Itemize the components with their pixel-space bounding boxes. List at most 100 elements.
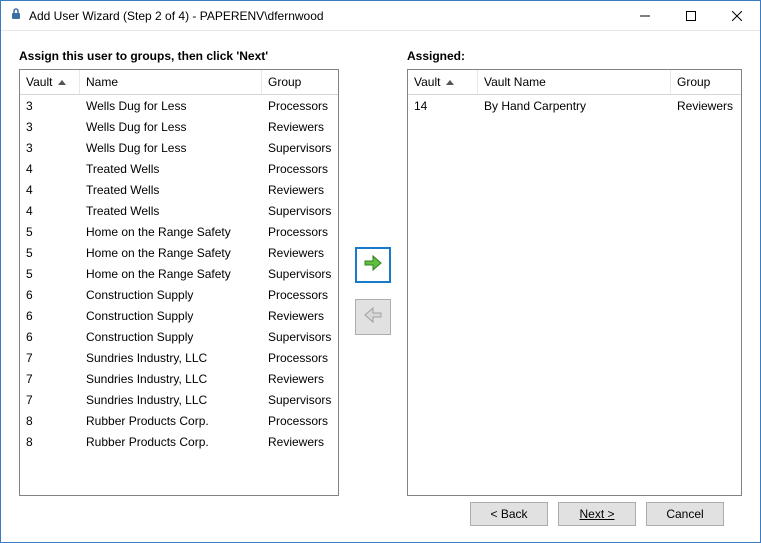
available-groups-table[interactable]: Vault Name Group 3Wells Dug for LessProc… <box>19 69 339 496</box>
transfer-buttons <box>339 49 407 496</box>
cell-name: Wells Dug for Less <box>80 99 262 113</box>
cell-vault: 4 <box>20 183 80 197</box>
table-row[interactable]: 4Treated WellsReviewers <box>20 179 338 200</box>
cell-name: Sundries Industry, LLC <box>80 351 262 365</box>
window-title: Add User Wizard (Step 2 of 4) - PAPERENV… <box>29 9 622 23</box>
minimize-button[interactable] <box>622 1 668 30</box>
col-header-vaultname-label: Vault Name <box>484 75 546 89</box>
cell-vault: 5 <box>20 246 80 260</box>
lock-icon <box>9 7 23 24</box>
available-groups-label: Assign this user to groups, then click '… <box>19 49 339 65</box>
cell-name: Sundries Industry, LLC <box>80 372 262 386</box>
assigned-groups-pane: Assigned: Vault Vault Name Group <box>407 49 742 496</box>
cell-name: Rubber Products Corp. <box>80 435 262 449</box>
cell-vault: 3 <box>20 141 80 155</box>
table-row[interactable]: 3Wells Dug for LessSupervisors <box>20 137 338 158</box>
cell-group: Processors <box>262 225 338 239</box>
cancel-button[interactable]: Cancel <box>646 502 724 526</box>
cell-vault: 7 <box>20 393 80 407</box>
cell-vault: 8 <box>20 414 80 428</box>
cell-group: Processors <box>262 99 338 113</box>
col-header-group-r-label: Group <box>677 75 710 89</box>
cell-group: Supervisors <box>262 393 338 407</box>
table-row[interactable]: 7Sundries Industry, LLCReviewers <box>20 368 338 389</box>
cell-group: Processors <box>262 351 338 365</box>
col-header-group-label: Group <box>268 75 301 89</box>
assigned-groups-label: Assigned: <box>407 49 742 65</box>
cell-vault: 5 <box>20 267 80 281</box>
cell-name: Treated Wells <box>80 183 262 197</box>
cell-name: By Hand Carpentry <box>478 99 671 113</box>
col-header-name[interactable]: Name <box>80 70 262 94</box>
cell-name: Wells Dug for Less <box>80 120 262 134</box>
table-row[interactable]: 8Rubber Products Corp.Reviewers <box>20 431 338 452</box>
col-header-vault[interactable]: Vault <box>20 70 80 94</box>
cell-vault: 8 <box>20 435 80 449</box>
table-row[interactable]: 3Wells Dug for LessReviewers <box>20 116 338 137</box>
col-header-group[interactable]: Group <box>262 70 338 94</box>
wizard-footer: < Back Next > Cancel <box>19 496 742 542</box>
panes: Assign this user to groups, then click '… <box>19 49 742 496</box>
cell-group: Reviewers <box>262 183 338 197</box>
cell-name: Treated Wells <box>80 204 262 218</box>
back-button[interactable]: < Back <box>470 502 548 526</box>
assigned-groups-rows[interactable]: 14By Hand CarpentryReviewers <box>408 95 741 495</box>
cell-name: Home on the Range Safety <box>80 267 262 281</box>
close-button[interactable] <box>714 1 760 30</box>
cell-group: Reviewers <box>262 309 338 323</box>
assigned-groups-header[interactable]: Vault Vault Name Group <box>408 70 741 95</box>
table-row[interactable]: 5Home on the Range SafetyReviewers <box>20 242 338 263</box>
cell-group: Reviewers <box>262 435 338 449</box>
cell-vault: 6 <box>20 309 80 323</box>
cell-group: Reviewers <box>262 372 338 386</box>
available-groups-pane: Assign this user to groups, then click '… <box>19 49 339 496</box>
cell-name: Sundries Industry, LLC <box>80 393 262 407</box>
col-header-vault-label: Vault <box>26 75 52 89</box>
cell-group: Supervisors <box>262 204 338 218</box>
arrow-right-icon <box>363 254 383 275</box>
cell-group: Processors <box>262 162 338 176</box>
table-row[interactable]: 14By Hand CarpentryReviewers <box>408 95 741 116</box>
maximize-button[interactable] <box>668 1 714 30</box>
cell-group: Processors <box>262 414 338 428</box>
available-groups-rows[interactable]: 3Wells Dug for LessProcessors3Wells Dug … <box>20 95 338 495</box>
unassign-button[interactable] <box>355 299 391 335</box>
cell-vault: 4 <box>20 162 80 176</box>
col-header-name-label: Name <box>86 75 118 89</box>
content-area: Assign this user to groups, then click '… <box>1 31 760 542</box>
table-row[interactable]: 3Wells Dug for LessProcessors <box>20 95 338 116</box>
col-header-vaultname[interactable]: Vault Name <box>478 70 671 94</box>
table-row[interactable]: 4Treated WellsSupervisors <box>20 200 338 221</box>
window-controls <box>622 1 760 30</box>
arrow-left-icon <box>363 306 383 327</box>
cell-vault: 4 <box>20 204 80 218</box>
cell-name: Construction Supply <box>80 330 262 344</box>
table-row[interactable]: 6Construction SupplyReviewers <box>20 305 338 326</box>
table-row[interactable]: 7Sundries Industry, LLCSupervisors <box>20 389 338 410</box>
cell-name: Construction Supply <box>80 309 262 323</box>
col-header-vault-r[interactable]: Vault <box>408 70 478 94</box>
cell-name: Home on the Range Safety <box>80 246 262 260</box>
add-user-wizard-window: Add User Wizard (Step 2 of 4) - PAPERENV… <box>0 0 761 543</box>
cell-vault: 5 <box>20 225 80 239</box>
assign-button[interactable] <box>355 247 391 283</box>
table-row[interactable]: 6Construction SupplySupervisors <box>20 326 338 347</box>
sort-asc-icon <box>58 80 66 85</box>
table-row[interactable]: 4Treated WellsProcessors <box>20 158 338 179</box>
cell-name: Treated Wells <box>80 162 262 176</box>
sort-asc-icon <box>446 80 454 85</box>
cell-vault: 7 <box>20 372 80 386</box>
table-row[interactable]: 5Home on the Range SafetySupervisors <box>20 263 338 284</box>
cell-group: Supervisors <box>262 267 338 281</box>
next-button[interactable]: Next > <box>558 502 636 526</box>
table-row[interactable]: 5Home on the Range SafetyProcessors <box>20 221 338 242</box>
table-row[interactable]: 8Rubber Products Corp.Processors <box>20 410 338 431</box>
assigned-groups-table[interactable]: Vault Vault Name Group 14By Hand Carpent… <box>407 69 742 496</box>
cell-group: Reviewers <box>671 99 741 113</box>
cell-group: Processors <box>262 288 338 302</box>
table-row[interactable]: 6Construction SupplyProcessors <box>20 284 338 305</box>
table-row[interactable]: 7Sundries Industry, LLCProcessors <box>20 347 338 368</box>
available-groups-header[interactable]: Vault Name Group <box>20 70 338 95</box>
col-header-group-r[interactable]: Group <box>671 70 741 94</box>
cell-group: Supervisors <box>262 330 338 344</box>
